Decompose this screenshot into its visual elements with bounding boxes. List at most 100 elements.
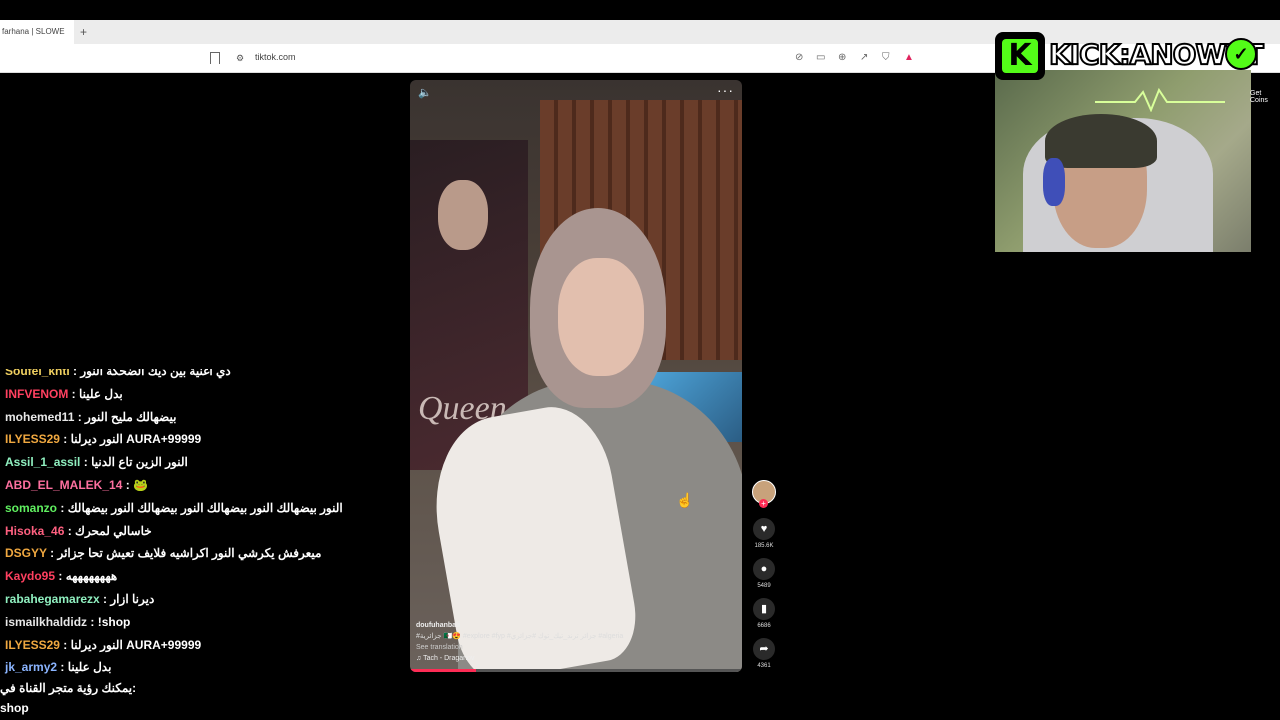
chat-shop-link[interactable]: shop bbox=[0, 701, 29, 715]
share-action[interactable]: ➦ 4361 bbox=[752, 638, 776, 669]
chat-text: ديرنا ازار bbox=[110, 592, 155, 606]
chat-text: النور بيضهالك النور بيضهالك النور بيضهال… bbox=[67, 500, 343, 515]
save-count: 6686 bbox=[757, 623, 771, 629]
chat-separator: : bbox=[87, 614, 98, 629]
chat-username[interactable]: Hisoka_46 bbox=[5, 524, 64, 538]
chat-username[interactable]: Soufel_khti bbox=[5, 369, 70, 378]
bookmark-save-icon[interactable]: ▮ bbox=[753, 598, 775, 620]
url-text[interactable]: tiktok.com bbox=[255, 52, 296, 62]
chat-username[interactable]: mohemed11 bbox=[5, 410, 74, 424]
chat-username[interactable]: Kaydo95 bbox=[5, 569, 55, 583]
chat-text: ذي اغنية بين ديك الضحكة النور bbox=[80, 364, 231, 378]
chat-message: mohemed11 : بيضهالك مليح النور bbox=[5, 410, 176, 432]
chat-separator: : bbox=[99, 592, 111, 606]
see-translation-link[interactable]: See translation bbox=[416, 642, 623, 653]
chat-text: ههههههههه bbox=[65, 569, 118, 584]
chat-message: ILYESS29 : النور ديرلنا AURA+99999 bbox=[5, 638, 201, 660]
chat-text: بدل علينا bbox=[79, 386, 123, 401]
chat-text: خاسالي لمحرك bbox=[75, 523, 152, 538]
chat-text: ميعرفش يكرشي النور اكراشيه فلايف تعيش تح… bbox=[57, 546, 322, 561]
chat-text: النور ديرلنا AURA+99999 bbox=[70, 637, 202, 652]
chat-text: النور ديرلنا AURA+99999 bbox=[70, 432, 202, 447]
chat-message: Kaydo95 : ههههههههه bbox=[5, 569, 117, 591]
kick-logo-icon: K bbox=[995, 32, 1045, 80]
video-username[interactable]: doufuhanbali bbox=[416, 620, 623, 631]
chat-username[interactable]: jk_army2 bbox=[5, 660, 57, 674]
verified-check-icon: ✓ bbox=[1225, 38, 1257, 70]
person-face bbox=[558, 258, 644, 376]
chat-username[interactable]: ILYESS29 bbox=[5, 638, 60, 652]
chat-separator: : bbox=[59, 432, 71, 447]
reader-mode-icon[interactable]: ⊘ bbox=[795, 52, 803, 63]
chat-message: rabahegamarezx : ديرنا ازار bbox=[5, 592, 154, 614]
chat-message: DSGYY : ميعرفش يكرشي النور اكراشيه فلايف… bbox=[5, 546, 321, 568]
chat-message: jk_army2 : بدل علينا bbox=[5, 660, 111, 682]
comment-action[interactable]: ● 5489 bbox=[752, 558, 776, 589]
streamer-webcam bbox=[995, 70, 1251, 252]
chat-message: ABD_EL_MALEK_14 : 🐸 bbox=[5, 478, 148, 500]
chat-message: Soufel_khti : ذي اغنية بين ديك الضحكة ال… bbox=[5, 364, 231, 386]
chat-message: Hisoka_46 : خاسالي لمحرك bbox=[5, 524, 152, 546]
kick-brand-overlay: K KICK:ANOWYT ✓ bbox=[995, 30, 1265, 80]
chat-separator: : bbox=[74, 409, 86, 424]
chat-text: بدل علينا bbox=[67, 660, 112, 675]
chat-text: بيضهالك مليح النور bbox=[85, 409, 177, 424]
video-caption: doufuhanbali #جزائرية 🇩🇿😍 #explore #fyp … bbox=[416, 620, 623, 664]
like-count: 185.6K bbox=[754, 543, 774, 549]
browser-tab[interactable]: farhana | SLOWE bbox=[0, 20, 74, 44]
video-hashtags[interactable]: #جزائرية 🇩🇿😍 #explore #fyp #جزائر ترند_ت… bbox=[416, 631, 623, 642]
chat-username[interactable]: ismailkhaldidz bbox=[5, 615, 87, 629]
save-action[interactable]: ▮ 6686 bbox=[752, 598, 776, 629]
video-progress-bar[interactable] bbox=[410, 669, 742, 672]
chat-separator: : bbox=[57, 500, 68, 515]
chat-message: somanzo : النور بيضهالك النور بيضهالك ال… bbox=[5, 501, 343, 523]
share-arrow-icon[interactable]: ➦ bbox=[753, 638, 775, 660]
chat-message: INFVENOM : بدل علينا bbox=[5, 387, 123, 409]
video-sound[interactable]: ♫ Tach - Draganov bbox=[416, 653, 623, 664]
like-action[interactable]: ♥ 185.6K bbox=[752, 518, 776, 549]
bookmark-icon[interactable] bbox=[210, 52, 220, 64]
share-count: 4361 bbox=[757, 663, 771, 669]
chat-username[interactable]: ILYESS29 bbox=[5, 432, 60, 446]
chat-username[interactable]: Assil_1_assil bbox=[5, 455, 80, 469]
heartbeat-neon-icon bbox=[1095, 88, 1225, 112]
follow-plus-icon[interactable]: + bbox=[759, 499, 768, 508]
chat-separator: : bbox=[46, 546, 58, 561]
chat-username[interactable]: INFVENOM bbox=[5, 387, 68, 401]
video-progress-fill bbox=[410, 669, 477, 672]
streamer-cap bbox=[1045, 114, 1157, 168]
poster-portrait bbox=[438, 180, 488, 250]
chat-separator: : bbox=[122, 478, 134, 492]
shield-icon[interactable]: ⛉ bbox=[882, 52, 890, 63]
chat-separator: : bbox=[55, 569, 66, 584]
comment-icon[interactable]: ● bbox=[753, 558, 775, 580]
chat-message: Assil_1_assil : النور الزين تاع الدنيا bbox=[5, 455, 188, 477]
chat-message: ILYESS29 : النور ديرلنا AURA+99999 bbox=[5, 432, 201, 454]
picture-in-picture-icon[interactable]: ▭ bbox=[816, 52, 825, 63]
zoom-icon[interactable]: ⊕ bbox=[838, 52, 846, 63]
chat-username[interactable]: somanzo bbox=[5, 501, 57, 515]
chat-separator: : bbox=[68, 386, 80, 401]
chat-separator: : bbox=[80, 455, 92, 470]
chat-username[interactable]: ABD_EL_MALEK_14 bbox=[5, 478, 122, 492]
chat-separator: : bbox=[59, 637, 71, 652]
chat-text: !shop bbox=[97, 614, 131, 629]
chat-separator: : bbox=[57, 660, 68, 675]
new-tab-button[interactable]: + bbox=[80, 20, 87, 44]
chat-username[interactable]: DSGYY bbox=[5, 546, 47, 560]
share-icon[interactable]: ↗ bbox=[860, 52, 868, 63]
volume-icon[interactable]: 🔈 bbox=[418, 86, 432, 99]
chat-username[interactable]: rabahegamarezx bbox=[5, 592, 100, 606]
headphones bbox=[1043, 158, 1065, 206]
mouse-cursor-icon: ☝ bbox=[676, 492, 694, 508]
chat-text: 🐸 bbox=[133, 478, 148, 492]
chat-text: النور الزين تاع الدنيا bbox=[91, 455, 188, 470]
site-settings-icon[interactable]: ⚙ bbox=[236, 53, 244, 64]
tiktok-video-player[interactable]: Queen 🔈 ··· doufuhanbali #جزائرية 🇩🇿😍 #e… bbox=[410, 80, 742, 672]
more-options-icon[interactable]: ··· bbox=[717, 82, 734, 98]
rewards-icon[interactable]: ▲ bbox=[904, 52, 914, 63]
chat-message: ismailkhaldidz : !shop bbox=[5, 615, 130, 637]
get-coins-button[interactable]: Get Coins bbox=[1250, 90, 1280, 104]
chat-shop-notice: يمكنك رؤية متجر القناة في: bbox=[0, 681, 137, 695]
heart-icon[interactable]: ♥ bbox=[753, 518, 775, 540]
